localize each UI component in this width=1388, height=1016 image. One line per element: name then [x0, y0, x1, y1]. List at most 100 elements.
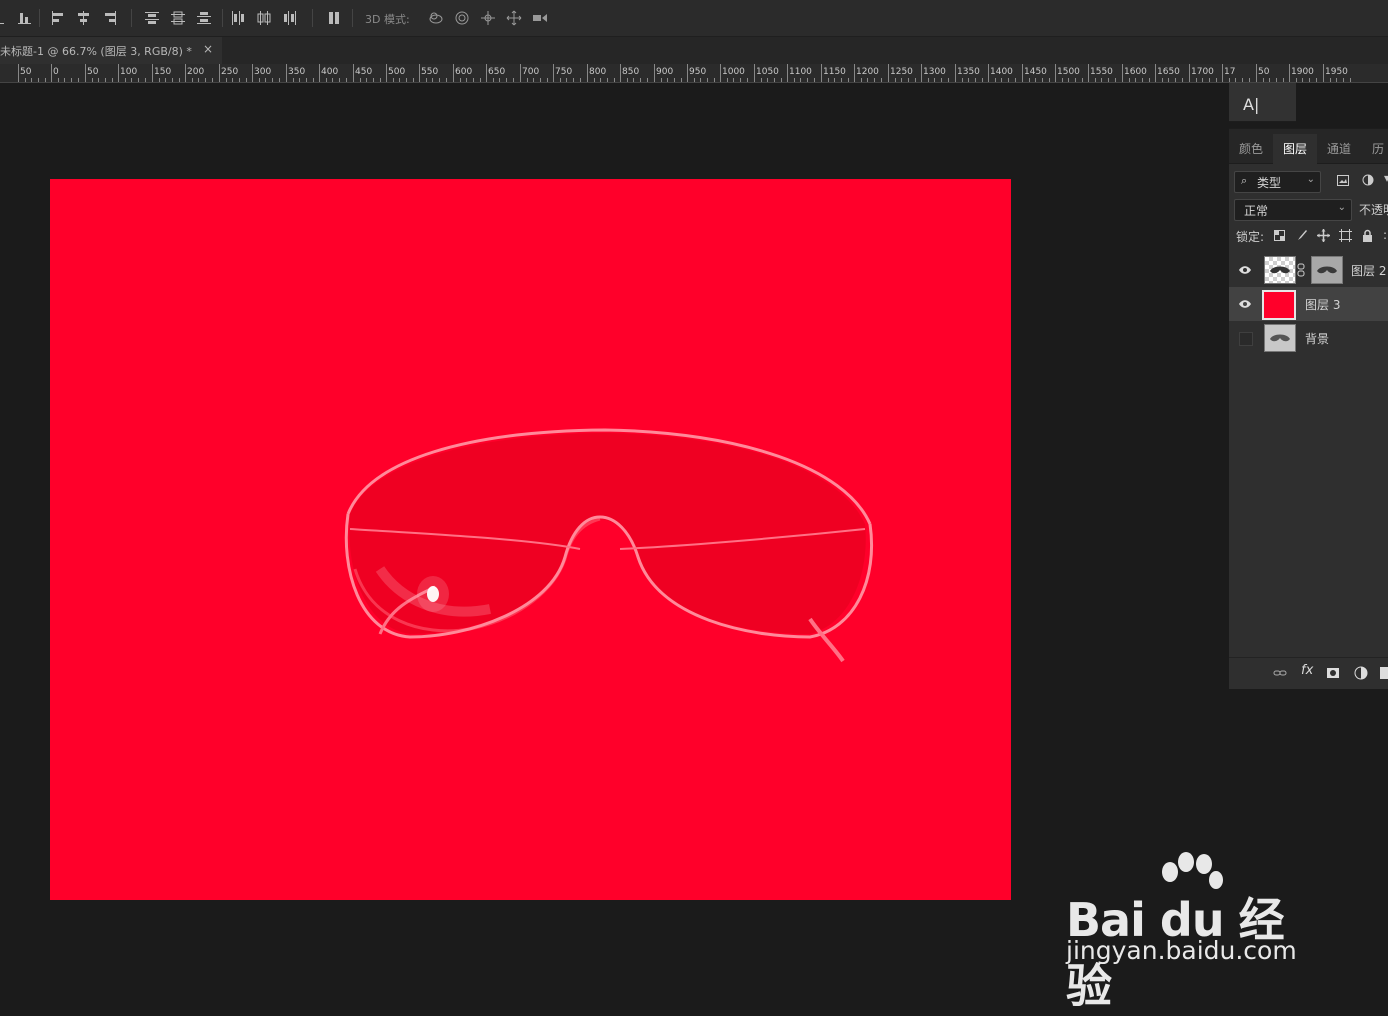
- align-right-icon[interactable]: [102, 10, 118, 26]
- ruler-label: 1400: [990, 67, 1013, 77]
- roll-3d-icon[interactable]: [454, 10, 470, 26]
- ruler-minor-tick: [995, 78, 996, 82]
- ruler-minor-tick: [727, 78, 728, 82]
- ruler-minor-tick: [1269, 78, 1270, 82]
- lock-position-icon[interactable]: [1317, 229, 1330, 242]
- ruler-major-tick: [18, 64, 19, 82]
- blend-mode-dropdown[interactable]: 正常 ⌄: [1234, 199, 1352, 221]
- ruler-label: 400: [321, 67, 339, 77]
- align-bottom-icon[interactable]: [17, 10, 33, 26]
- document-tab[interactable]: 未标题-1 @ 66.7% (图层 3, RGB/8) * ×: [0, 37, 222, 64]
- ruler-minor-tick: [1276, 78, 1277, 82]
- layer-thumbnail: [1262, 290, 1296, 320]
- layer-row-selected[interactable]: 图层 3: [1229, 287, 1388, 321]
- align-bottom-icon[interactable]: [0, 10, 10, 26]
- layer-row[interactable]: 图层 2: [1229, 253, 1388, 287]
- new-layer-icon[interactable]: [1379, 666, 1388, 680]
- ruler-minor-tick: [332, 78, 333, 82]
- distribute-bottom-icon[interactable]: [196, 10, 212, 26]
- lock-image-pixels-icon[interactable]: [1295, 229, 1308, 242]
- layer-name: 背景: [1305, 332, 1330, 346]
- ruler-minor-tick: [1216, 78, 1217, 82]
- ruler-major-tick: [1189, 64, 1190, 82]
- ruler-minor-tick: [339, 78, 340, 82]
- image-filter-icon[interactable]: [1337, 175, 1349, 186]
- ruler-minor-tick: [145, 78, 146, 82]
- ruler-minor-tick: [1115, 78, 1116, 82]
- adjustment-filter-icon[interactable]: [1362, 174, 1374, 186]
- chain-link-icon[interactable]: [1297, 263, 1305, 277]
- ruler-label: 0: [53, 67, 59, 77]
- add-mask-icon[interactable]: [1326, 666, 1340, 680]
- adjustment-layer-icon[interactable]: [1354, 666, 1368, 680]
- visibility-toggle-off[interactable]: [1239, 332, 1253, 346]
- eye-icon[interactable]: [1238, 264, 1252, 276]
- text-filter-icon[interactable]: ▾: [1384, 171, 1388, 185]
- panel-tabs: 颜色 图层 通道 历: [1229, 129, 1388, 164]
- ruler-minor-tick: [1095, 78, 1096, 82]
- ruler-minor-tick: [640, 78, 641, 82]
- layer-mask-thumbnail[interactable]: [1311, 256, 1343, 284]
- ruler-major-tick: [687, 64, 688, 82]
- ruler-minor-tick: [58, 78, 59, 82]
- ruler-minor-tick: [45, 78, 46, 82]
- ruler-label: 950: [689, 67, 707, 77]
- ruler-minor-tick: [1296, 78, 1297, 82]
- ruler-label: 50: [20, 67, 32, 77]
- auto-align-icon[interactable]: [327, 10, 343, 26]
- scale-3d-icon[interactable]: [532, 10, 548, 26]
- distribute-right-icon[interactable]: [282, 10, 298, 26]
- slide-3d-icon[interactable]: [506, 10, 522, 26]
- tab-channels[interactable]: 通道: [1327, 140, 1351, 157]
- fx-icon[interactable]: fx: [1301, 663, 1313, 678]
- ruler-minor-tick: [928, 78, 929, 82]
- orbit-3d-icon[interactable]: [428, 10, 444, 26]
- ruler-major-tick: [821, 64, 822, 82]
- character-panel-tab[interactable]: A|: [1229, 83, 1296, 122]
- close-icon[interactable]: ×: [203, 42, 213, 56]
- ruler-label: 150: [154, 67, 172, 77]
- ruler-minor-tick: [861, 78, 862, 82]
- tab-layers[interactable]: 图层: [1283, 140, 1307, 157]
- ruler-minor-tick: [962, 78, 963, 82]
- lock-artboard-icon[interactable]: [1339, 229, 1352, 242]
- ruler-minor-tick: [527, 78, 528, 82]
- lock-all-icon[interactable]: [1362, 229, 1373, 242]
- ruler-label: 50: [1258, 67, 1270, 77]
- ruler-minor-tick: [714, 78, 715, 82]
- layer-filter-dropdown[interactable]: ⌕ 类型 ⌄: [1234, 171, 1321, 193]
- link-layers-icon[interactable]: [1273, 666, 1287, 680]
- eye-icon[interactable]: [1238, 298, 1252, 310]
- distribute-left-icon[interactable]: [230, 10, 246, 26]
- ruler-minor-tick: [239, 78, 240, 82]
- ruler-minor-tick: [761, 78, 762, 82]
- lock-transparent-pixels-icon[interactable]: [1274, 230, 1285, 241]
- character-text-icon[interactable]: A|: [1243, 95, 1259, 114]
- tab-color[interactable]: 颜色: [1239, 140, 1263, 157]
- distribute-top-icon[interactable]: [144, 10, 160, 26]
- ruler-minor-tick: [31, 78, 32, 82]
- ruler-label: 1900: [1291, 67, 1314, 77]
- drag-3d-icon[interactable]: [480, 10, 496, 26]
- ruler-minor-tick: [874, 78, 875, 82]
- align-hcenter-icon[interactable]: [76, 10, 92, 26]
- ruler-minor-tick: [674, 78, 675, 82]
- ruler-label: 1450: [1024, 67, 1047, 77]
- ruler-minor-tick: [566, 78, 567, 82]
- tab-history[interactable]: 历: [1372, 140, 1384, 157]
- distribute-vcenter-icon[interactable]: [170, 10, 186, 26]
- ruler-minor-tick: [1249, 78, 1250, 82]
- layer-row[interactable]: 背景: [1229, 321, 1388, 355]
- ruler-label: 450: [355, 67, 373, 77]
- ruler-minor-tick: [246, 78, 247, 82]
- ruler-minor-tick: [807, 78, 808, 82]
- document-canvas[interactable]: [50, 179, 1011, 900]
- layer-name: 图层 3: [1305, 298, 1341, 312]
- ruler-minor-tick: [1336, 78, 1337, 82]
- ruler-major-tick: [553, 64, 554, 82]
- distribute-hcenter-icon[interactable]: [256, 10, 272, 26]
- ruler-minor-tick: [767, 78, 768, 82]
- ruler-minor-tick: [406, 78, 407, 82]
- ruler-minor-tick: [1029, 78, 1030, 82]
- align-left-icon[interactable]: [50, 10, 66, 26]
